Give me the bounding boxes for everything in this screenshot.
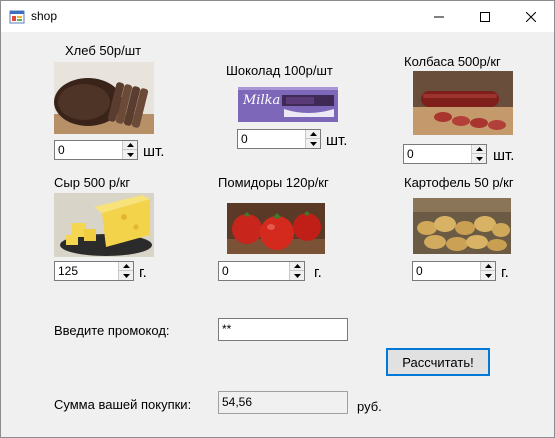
currency-label: руб. [357, 399, 382, 414]
tomatoes-image [227, 203, 325, 254]
cheese-decrement-button[interactable] [119, 271, 133, 280]
arrow-up-icon [484, 264, 492, 268]
sausage-increment-button[interactable] [472, 145, 486, 154]
title-bar[interactable]: shop [1, 1, 554, 32]
sausage-image [413, 71, 513, 135]
close-icon [526, 11, 536, 22]
cheese-stepper-buttons [118, 262, 133, 280]
arrow-down-icon [475, 156, 483, 161]
arrow-down-icon [126, 152, 134, 157]
potatoes-increment-button[interactable] [481, 262, 495, 271]
potatoes-stepper-buttons [480, 262, 495, 280]
sausage-label: Колбаса 500р/кг [404, 54, 501, 69]
chocolate-decrement-button[interactable] [306, 139, 320, 148]
app-window: shop Хлеб 50р/шт 0 шт. Шоколад 100р/шт M… [0, 0, 555, 438]
calculate-button-label: Рассчитать! [402, 354, 474, 370]
arrow-up-icon [309, 132, 317, 136]
cheese-label: Сыр 500 р/кг [54, 175, 131, 190]
bread-label: Хлеб 50р/шт [65, 43, 142, 58]
sausage-decrement-button[interactable] [472, 154, 486, 163]
promo-label: Введите промокод: [54, 323, 170, 338]
promo-code-input[interactable]: ** [218, 318, 348, 341]
chocolate-brand-logo: Milka [242, 93, 280, 108]
bread-unit-label: шт. [143, 143, 165, 160]
chocolate-unit-label: шт. [326, 132, 348, 149]
cheese-quantity-stepper[interactable]: 125 [54, 261, 134, 281]
potatoes-quantity-stepper[interactable]: 0 [412, 261, 496, 281]
calculate-button[interactable]: Рассчитать! [386, 348, 490, 376]
potatoes-unit-label: г. [501, 264, 509, 281]
cheese-unit-label: г. [139, 264, 147, 281]
minimize-icon [434, 16, 444, 17]
cheese-quantity-value: 125 [58, 264, 79, 278]
total-value: 54,56 [222, 395, 253, 409]
chocolate-increment-button[interactable] [306, 130, 320, 139]
chocolate-quantity-stepper[interactable]: 0 [237, 129, 321, 149]
sausage-unit-label: шт. [493, 147, 515, 164]
bread-quantity-stepper[interactable]: 0 [54, 140, 138, 160]
sausage-quantity-stepper[interactable]: 0 [403, 144, 487, 164]
arrow-up-icon [293, 264, 301, 268]
maximize-button[interactable] [462, 1, 508, 32]
potatoes-image [413, 198, 511, 254]
bread-quantity-value: 0 [58, 143, 65, 157]
maximize-icon [480, 11, 490, 22]
tomatoes-increment-button[interactable] [290, 262, 304, 271]
tomatoes-stepper-buttons [289, 262, 304, 280]
arrow-down-icon [484, 273, 492, 278]
chocolate-quantity-value: 0 [241, 132, 248, 146]
arrow-up-icon [122, 264, 130, 268]
tomatoes-unit-label: г. [314, 264, 322, 281]
potatoes-decrement-button[interactable] [481, 271, 495, 280]
close-button[interactable] [508, 1, 554, 32]
arrow-up-icon [475, 147, 483, 151]
sausage-quantity-value: 0 [407, 147, 414, 161]
bread-stepper-buttons [122, 141, 137, 159]
tomatoes-quantity-value: 0 [222, 264, 229, 278]
chocolate-stepper-buttons [305, 130, 320, 148]
arrow-down-icon [122, 273, 130, 278]
arrow-up-icon [126, 143, 134, 147]
tomatoes-decrement-button[interactable] [290, 271, 304, 280]
chocolate-label: Шоколад 100р/шт [226, 63, 333, 78]
bread-decrement-button[interactable] [123, 150, 137, 159]
chocolate-image: Milka [238, 87, 338, 122]
cheese-image [54, 193, 154, 257]
minimize-button[interactable] [416, 1, 462, 32]
total-output: 54,56 [218, 391, 348, 414]
promo-code-value: ** [222, 322, 232, 336]
potatoes-quantity-value: 0 [416, 264, 423, 278]
arrow-down-icon [293, 273, 301, 278]
arrow-down-icon [309, 141, 317, 146]
bread-increment-button[interactable] [123, 141, 137, 150]
tomatoes-quantity-stepper[interactable]: 0 [218, 261, 305, 281]
cheese-increment-button[interactable] [119, 262, 133, 271]
sausage-stepper-buttons [471, 145, 486, 163]
bread-image [54, 62, 154, 134]
potatoes-label: Картофель 50 р/кг [404, 175, 514, 190]
app-icon [9, 10, 25, 24]
form-client-area: Хлеб 50р/шт 0 шт. Шоколад 100р/шт Milka … [1, 32, 554, 437]
total-label: Сумма вашей покупки: [54, 397, 192, 412]
tomatoes-label: Помидоры 120р/кг [218, 175, 329, 190]
window-title: shop [31, 9, 58, 23]
